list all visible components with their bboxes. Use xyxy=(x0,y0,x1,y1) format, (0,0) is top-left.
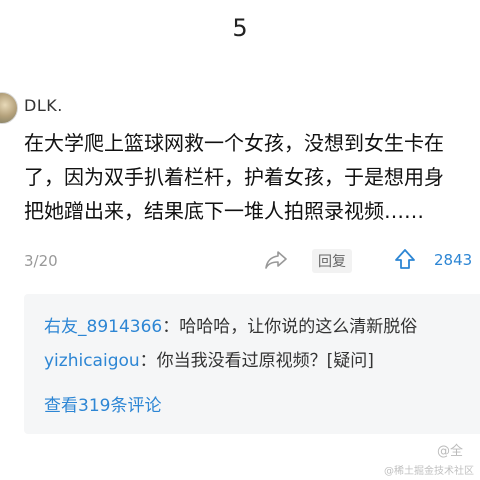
share-icon[interactable] xyxy=(265,250,287,270)
thumbs-up-icon[interactable] xyxy=(394,248,416,270)
comment-body: 在大学爬上篮球网救一个女孩，没想到女生卡在 了，因为双手扒着栏杆，护着女孩，于是… xyxy=(24,126,480,228)
page-number: 5 xyxy=(232,14,248,42)
reply-item[interactable]: yizhicaigou：你当我没看过原视频？[疑问] xyxy=(44,346,374,371)
avatar[interactable] xyxy=(0,92,18,124)
reply-author[interactable]: yizhicaigou xyxy=(44,351,140,371)
comment-line: 了，因为双手扒着栏杆，护着女孩，于是想用身 xyxy=(24,165,444,189)
reply-item[interactable]: 右友_8914366：哈哈哈，让你说的这么清新脱俗 xyxy=(44,312,417,337)
reply-button[interactable]: 回复 xyxy=(312,249,352,273)
comment-line: 把她蹭出来，结果底下一堆人拍照录视频…… xyxy=(24,199,424,223)
comment-username[interactable]: DLK. xyxy=(24,96,63,115)
weibo-watermark: @全 xyxy=(437,444,464,459)
reply-text: ：你当我没看过原视频？[疑问] xyxy=(139,351,374,371)
like-count: 2843 xyxy=(434,251,473,269)
comment-line: 在大学爬上篮球网救一个女孩，没想到女生卡在 xyxy=(24,131,444,155)
juejin-watermark: @稀土掘金技术社区 xyxy=(384,466,474,477)
reply-text: ：哈哈哈，让你说的这么清新脱俗 xyxy=(162,317,418,337)
comment-action-bar: 3/20 回复 2843 xyxy=(0,246,480,276)
view-more-comments-link[interactable]: 查看319条评论 xyxy=(44,391,161,416)
reply-preview-box: 右友_8914366：哈哈哈，让你说的这么清新脱俗 yizhicaigou：你当… xyxy=(24,294,480,434)
comment-date: 3/20 xyxy=(24,252,58,270)
reply-author[interactable]: 右友_8914366 xyxy=(44,317,162,337)
weibo-comment-screenshot: 5 DLK. 在大学爬上篮球网救一个女孩，没想到女生卡在 了，因为双手扒着栏杆，… xyxy=(0,0,480,480)
